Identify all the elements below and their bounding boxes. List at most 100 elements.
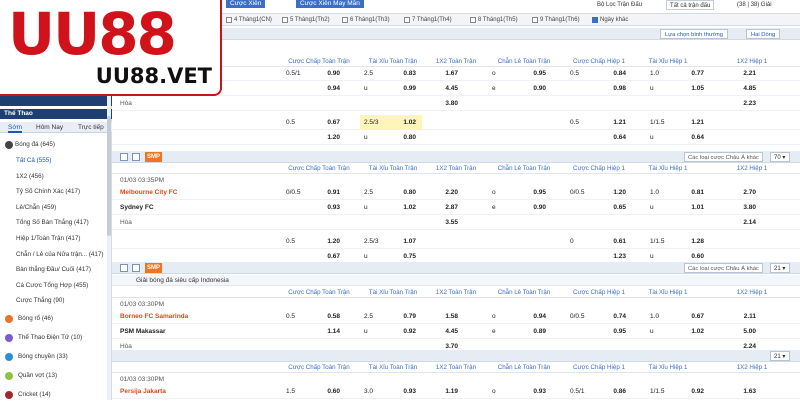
sidebar-section-title[interactable]: Thể Thao	[0, 109, 112, 119]
odds-cell[interactable]: 0.67	[672, 309, 710, 324]
odds-cell[interactable]: 0.90	[518, 200, 552, 215]
odds-cell[interactable]: 0.65	[596, 200, 632, 215]
odds-cell[interactable]: 0.90	[312, 66, 346, 81]
odds-cell[interactable]: 3.55	[430, 215, 464, 230]
odds-cell[interactable]: 2.70	[712, 185, 762, 200]
odds-cell[interactable]: 0.89	[518, 324, 552, 339]
match-filter-select[interactable]: Tất cả trận đấu	[666, 0, 715, 10]
stats-icon[interactable]	[120, 153, 128, 161]
odds-cell[interactable]: 0.64	[596, 130, 632, 145]
odds-cell[interactable]: 0.93	[384, 384, 422, 399]
smp-badge[interactable]: SMP	[145, 152, 163, 162]
odds-cell[interactable]: 2.14	[712, 215, 762, 230]
odds-cell[interactable]: 1.20	[312, 234, 346, 249]
date-chip[interactable]: 8 Tháng1(Th5)	[470, 16, 518, 24]
odds-line-select[interactable]: Hai Dòng	[746, 29, 781, 39]
odds-cell[interactable]: 1.63	[712, 384, 762, 399]
odds-cell[interactable]: 1.02	[672, 324, 710, 339]
odds-cell[interactable]: 0.60	[312, 384, 346, 399]
odds-cell[interactable]: 1.07	[384, 234, 422, 249]
odds-cell[interactable]: 0.94	[518, 309, 552, 324]
sidebar-subitem[interactable]: Tất Cả (555)	[0, 153, 112, 168]
odds-cell[interactable]: 0.98	[596, 81, 632, 96]
odds-cell[interactable]: 0.93	[312, 200, 346, 215]
odds-cell[interactable]: 1.20	[312, 130, 346, 145]
list-icon[interactable]	[132, 264, 140, 272]
sidebar-sport-item[interactable]: Bóng rổ (46)	[0, 311, 112, 326]
sidebar-subitem[interactable]: 1X2 (456)	[0, 169, 112, 184]
sidebar-subitem[interactable]: Cá Cược Tổng Hợp (455)	[0, 278, 112, 293]
scrollbar-thumb[interactable]	[107, 116, 111, 236]
sidebar-item-football[interactable]: Bóng đá (645)	[0, 137, 112, 152]
odds-cell[interactable]: 4.45	[430, 81, 464, 96]
tab-early[interactable]: Sớm	[8, 122, 23, 133]
odds-cell[interactable]: 0.80	[384, 185, 422, 200]
odds-cell[interactable]: 1.67	[430, 66, 464, 81]
sidebar-sport-item[interactable]: Thể Thao Điện Tử (10)	[0, 330, 112, 345]
odds-cell[interactable]: 1.14	[312, 324, 346, 339]
tab-live[interactable]: Trực tiếp	[78, 122, 104, 133]
date-chip[interactable]: 5 Tháng1(Th2)	[282, 16, 330, 24]
odds-cell[interactable]: 0.80	[384, 130, 422, 145]
odds-cell[interactable]: 0.67	[312, 115, 346, 130]
sidebar-subitem[interactable]: Chẵn / Lẻ của Nửa trận... (417)	[0, 247, 112, 262]
odds-cell[interactable]: 2.23	[712, 96, 762, 111]
odds-cell[interactable]: 0.86	[596, 384, 632, 399]
odds-cell[interactable]: 4.45	[430, 324, 464, 339]
odds-cell[interactable]: 0.95	[596, 324, 632, 339]
odds-cell[interactable]: 1.28	[672, 234, 710, 249]
odds-cell[interactable]: 0.95	[518, 185, 552, 200]
tab-lucky-parlay[interactable]: Cược Xiên May Mắn	[296, 0, 364, 8]
odds-cell[interactable]: 0.93	[518, 384, 552, 399]
stats-icon[interactable]	[120, 264, 128, 272]
odds-cell[interactable]: 1.19	[430, 384, 464, 399]
sort-select[interactable]: Lựa chọn bình thường	[660, 29, 728, 39]
tab-parlay[interactable]: Cược Xiên	[226, 0, 266, 8]
sidebar-sport-item[interactable]: Bóng chuyền (33)	[0, 349, 112, 364]
date-chip[interactable]: 9 Tháng1(Th6)	[532, 16, 580, 24]
odds-cell[interactable]: 0.61	[596, 234, 632, 249]
sidebar-subitem[interactable]: Bàn thắng Đầu/ Cuối (417)	[0, 262, 112, 277]
odds-cell[interactable]: 0.83	[384, 66, 422, 81]
odds-cell[interactable]: 2.21	[712, 66, 762, 81]
odds-cell[interactable]: 0.94	[312, 81, 346, 96]
odds-cell[interactable]: 0.79	[384, 309, 422, 324]
odds-cell[interactable]: 2.11	[712, 309, 762, 324]
odds-cell[interactable]: 3.80	[430, 96, 464, 111]
tab-today[interactable]: Hôm Nay	[36, 122, 63, 133]
odds-cell[interactable]: 1.20	[596, 185, 632, 200]
smp-badge[interactable]: SMP	[145, 263, 163, 273]
odds-cell[interactable]: 1.02	[384, 115, 422, 130]
sidebar-subitem[interactable]: Cược Thắng (90)	[0, 293, 112, 308]
page-size-select[interactable]: 70 ▾	[770, 152, 790, 162]
odds-cell[interactable]: 0.58	[312, 309, 346, 324]
page-size-select[interactable]: 21 ▾	[770, 351, 790, 361]
odds-cell[interactable]: 0.90	[518, 81, 552, 96]
date-chip[interactable]: 7 Tháng1(Th4)	[404, 16, 452, 24]
odds-cell[interactable]: 0.81	[672, 185, 710, 200]
odds-cell[interactable]: 2.87	[430, 200, 464, 215]
odds-cell[interactable]: 0.92	[672, 384, 710, 399]
odds-cell[interactable]: 0.74	[596, 309, 632, 324]
odds-cell[interactable]: 0.91	[312, 185, 346, 200]
sidebar-sport-item[interactable]: Quần vợt (13)	[0, 368, 112, 383]
date-chip[interactable]: 6 Tháng1(Th3)	[342, 16, 390, 24]
odds-cell[interactable]: 1.21	[672, 115, 710, 130]
sidebar-subitem[interactable]: Tổng Số Bàn Thắng (417)	[0, 215, 112, 230]
odds-cell[interactable]: 0.92	[384, 324, 422, 339]
sidebar-subitem[interactable]: Hiệp 1/Toàn Trận (417)	[0, 231, 112, 246]
odds-cell[interactable]: 0.77	[672, 66, 710, 81]
odds-cell[interactable]: 1.21	[596, 115, 632, 130]
odds-cell[interactable]: 1.58	[430, 309, 464, 324]
league-row[interactable]: Giải bóng đá siêu cấp Indonesia	[112, 275, 800, 286]
odds-cell[interactable]: 3.80	[712, 200, 762, 215]
page-size-select[interactable]: 21 ▾	[770, 263, 790, 273]
odds-cell[interactable]: 2.20	[430, 185, 464, 200]
odds-cell[interactable]: 1.01	[672, 200, 710, 215]
odds-cell[interactable]: 0.95	[518, 66, 552, 81]
sidebar-scrollbar[interactable]	[107, 96, 111, 400]
date-chip[interactable]: 4 Tháng1(CN)	[226, 16, 272, 24]
odds-cell[interactable]: 1.02	[384, 200, 422, 215]
odds-cell[interactable]: 0.99	[384, 81, 422, 96]
odds-cell[interactable]: 4.85	[712, 81, 762, 96]
